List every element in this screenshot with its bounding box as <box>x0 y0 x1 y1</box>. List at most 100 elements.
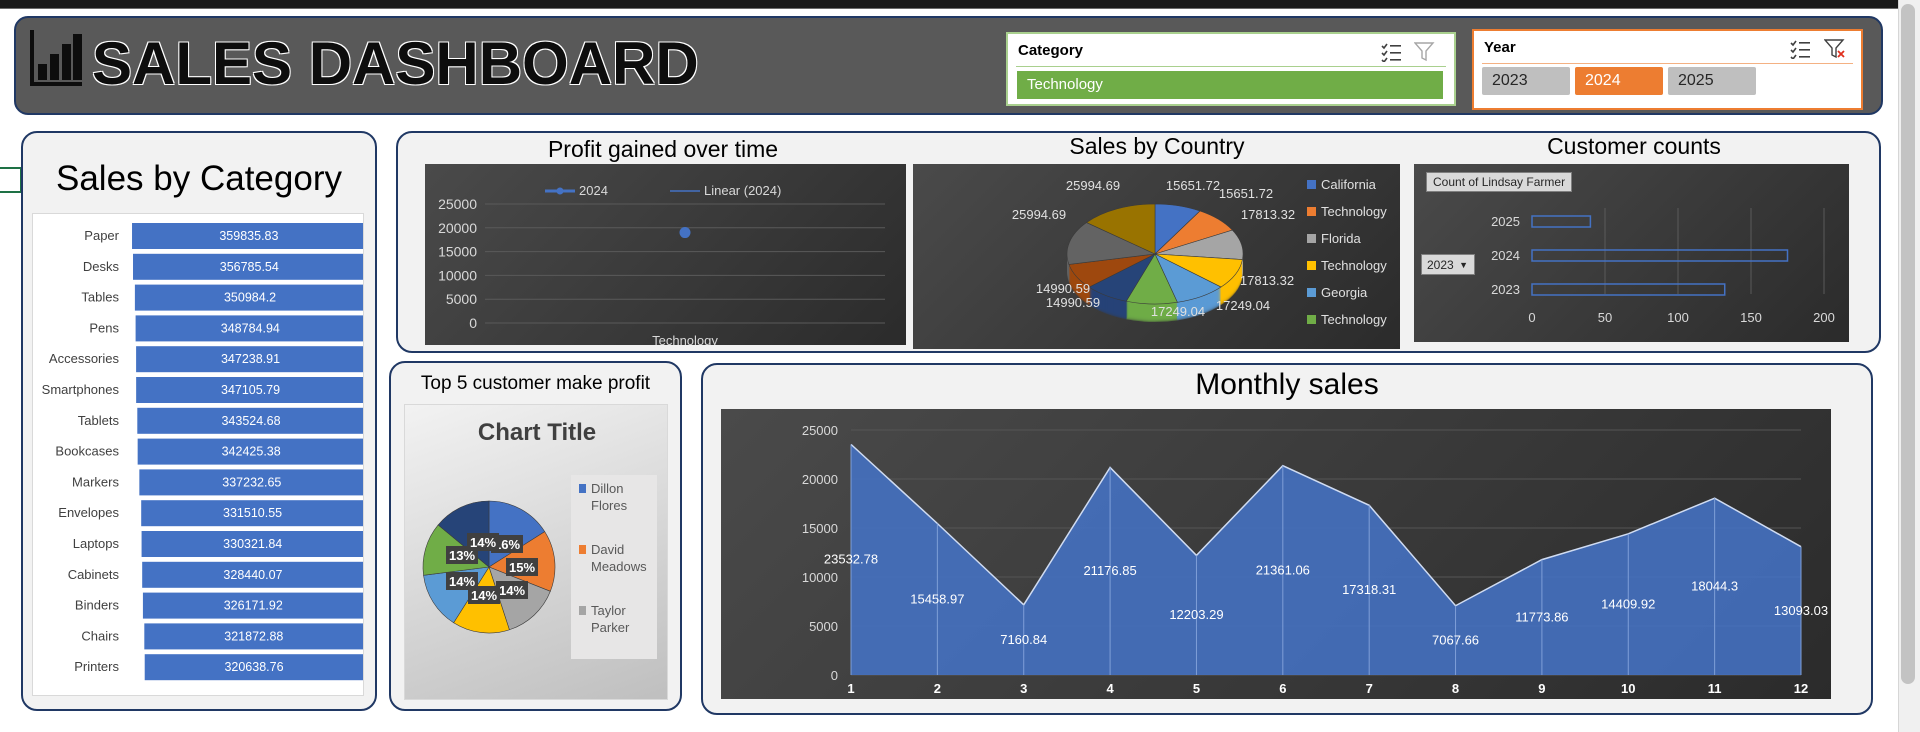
category-tick-label: Laptops <box>73 536 120 551</box>
clear-filter-icon[interactable] <box>1414 42 1436 62</box>
top5-legend-label-first: Dillon <box>591 481 624 496</box>
country-data-label: 17249.04 <box>1151 304 1205 319</box>
category-option-technology[interactable]: Technology <box>1017 71 1443 99</box>
top5-chart-area: Chart Title 16% 15% 14% 14% 14% 13% 14% Dillon F… <box>404 404 668 700</box>
customer-counts-chart: 0 50 100 150 200 2025 2024 2023 <box>1491 208 1835 325</box>
category-tick-label: Markers <box>72 474 119 489</box>
customer-y-tick: 2025 <box>1491 214 1520 229</box>
year-option-2024[interactable]: 2024 <box>1575 67 1663 95</box>
legend-label-2024: 2024 <box>579 183 608 198</box>
profit-y-tick: 10000 <box>438 267 477 283</box>
category-tick-label: Paper <box>84 228 119 243</box>
category-data-label: 331510.55 <box>223 506 282 520</box>
ribbon-edge <box>0 0 1905 9</box>
monthly-x-tick: 8 <box>1452 681 1459 696</box>
monthly-y-tick: 10000 <box>802 570 838 585</box>
top5-data-label: 14% <box>470 535 496 550</box>
country-legend-label: Technology <box>1321 312 1387 327</box>
monthly-x-tick: 2 <box>934 681 941 696</box>
profit-y-tick: 0 <box>469 315 477 331</box>
country-legend-label: Technology <box>1321 258 1387 273</box>
category-tick-label: Envelopes <box>58 505 119 520</box>
monthly-x-tick: 11 <box>1708 681 1722 696</box>
category-tick-label: Smartphones <box>42 382 120 397</box>
top-charts-panel: Profit gained over time Sales by Country… <box>396 131 1881 353</box>
customer-x-tick: 100 <box>1667 310 1689 325</box>
monthly-x-tick: 6 <box>1279 681 1286 696</box>
category-data-label: 326171.92 <box>224 599 283 613</box>
monthly-sales-panel: Monthly sales 25000 20000 15000 10000 5000 0 1… <box>701 363 1873 715</box>
selected-cell[interactable] <box>0 167 22 193</box>
monthly-x-tick: 9 <box>1538 681 1545 696</box>
monthly-data-label: 21361.06 <box>1256 562 1310 577</box>
country-legend-label: California <box>1321 177 1377 192</box>
scrollbar-thumb[interactable] <box>1901 4 1915 684</box>
top5-data-label: 14% <box>499 583 525 598</box>
category-data-label: 350984.2 <box>224 291 276 305</box>
monthly-data-label: 7160.84 <box>1000 632 1047 647</box>
category-tick-label: Tablets <box>78 413 120 428</box>
top5-legend-swatch <box>579 545 586 554</box>
monthly-x-tick: 10 <box>1621 681 1635 696</box>
category-tick-label: Printers <box>74 659 119 674</box>
monthly-x-tick: 3 <box>1020 681 1027 696</box>
category-tick-label: Accessories <box>49 351 120 366</box>
legend-marker-2024 <box>556 187 564 195</box>
year-option-2025[interactable]: 2025 <box>1668 67 1756 95</box>
multi-select-icon[interactable] <box>1789 39 1811 59</box>
country-legend-label: Florida <box>1321 231 1362 246</box>
monthly-y-tick: 25000 <box>802 423 838 438</box>
customer-chart-area: Count of Lindsay Farmer 2023 ▼ 0 50 100 150… <box>1414 164 1849 342</box>
bar-chart-icon <box>30 30 82 86</box>
top5-legend-label-last: Flores <box>591 498 628 513</box>
category-slicer-title: Category <box>1018 42 1084 59</box>
category-data-label: 343524.68 <box>221 414 280 428</box>
top5-title: Top 5 customer make profit <box>420 373 651 394</box>
country-data-label: 17813.32 <box>1241 207 1295 222</box>
monthly-y-tick: 15000 <box>802 521 838 536</box>
slicer-divider <box>1482 63 1853 64</box>
monthly-data-label: 14409.92 <box>1601 596 1655 611</box>
year-option-2023[interactable]: 2023 <box>1482 67 1570 95</box>
top5-legend-swatch <box>579 606 586 615</box>
country-data-label: 25994.69 <box>1066 178 1120 193</box>
dashboard-title: SALES DASHBOARD <box>92 30 699 97</box>
country-legend-swatch <box>1307 315 1316 324</box>
category-slicer: Category Technology <box>1006 32 1456 106</box>
country-legend-swatch <box>1307 207 1316 216</box>
category-tick-label: Binders <box>75 598 120 613</box>
top5-data-label: 14% <box>449 574 475 589</box>
customer-bar <box>1531 249 1789 262</box>
category-data-label: 337232.65 <box>222 475 281 489</box>
monthly-data-label: 12203.29 <box>1169 607 1223 622</box>
top5-data-label: 15% <box>509 560 535 575</box>
top5-panel: Top 5 customer make profit Chart Title 1… <box>389 361 682 711</box>
monthly-data-label: 17318.31 <box>1342 582 1396 597</box>
category-chart-area: Paper 359835.83 Desks 356785.54 Tables 350984… <box>32 213 366 696</box>
monthly-x-tick: 12 <box>1794 681 1808 696</box>
monthly-x-tick: 5 <box>1193 681 1200 696</box>
monthly-x-tick: 4 <box>1106 681 1114 696</box>
category-data-label: 342425.38 <box>222 445 281 459</box>
country-legend-swatch <box>1307 288 1316 297</box>
monthly-x-tick: 7 <box>1366 681 1373 696</box>
monthly-data-label: 11773.86 <box>1515 609 1568 624</box>
country-legend-swatch <box>1307 234 1316 243</box>
profit-y-tick: 25000 <box>438 196 477 212</box>
country-data-label: 14990.59 <box>1036 281 1090 296</box>
country-legend-label: Technology <box>1321 204 1387 219</box>
profit-x-tick: Technology <box>652 333 718 345</box>
customer-x-tick: 150 <box>1740 310 1762 325</box>
monthly-y-tick: 0 <box>831 668 838 683</box>
legend-label-linear: Linear (2024) <box>704 183 781 198</box>
country-chart-area: 15651.72 15651.72 17813.32 17813.32 17249.04… <box>913 164 1400 349</box>
country-data-label: 14990.59 <box>1046 295 1100 310</box>
category-data-label: 330321.84 <box>223 537 282 551</box>
sales-by-country-title: Sales by Country <box>1069 133 1245 159</box>
top5-legend-label-last: Parker <box>591 620 630 635</box>
customer-y-tick: 2024 <box>1491 248 1520 263</box>
category-tick-label: Desks <box>83 259 120 274</box>
multi-select-icon[interactable] <box>1380 42 1402 62</box>
monthly-data-label: 18044.3 <box>1691 579 1738 594</box>
clear-filter-icon[interactable] <box>1824 39 1846 59</box>
